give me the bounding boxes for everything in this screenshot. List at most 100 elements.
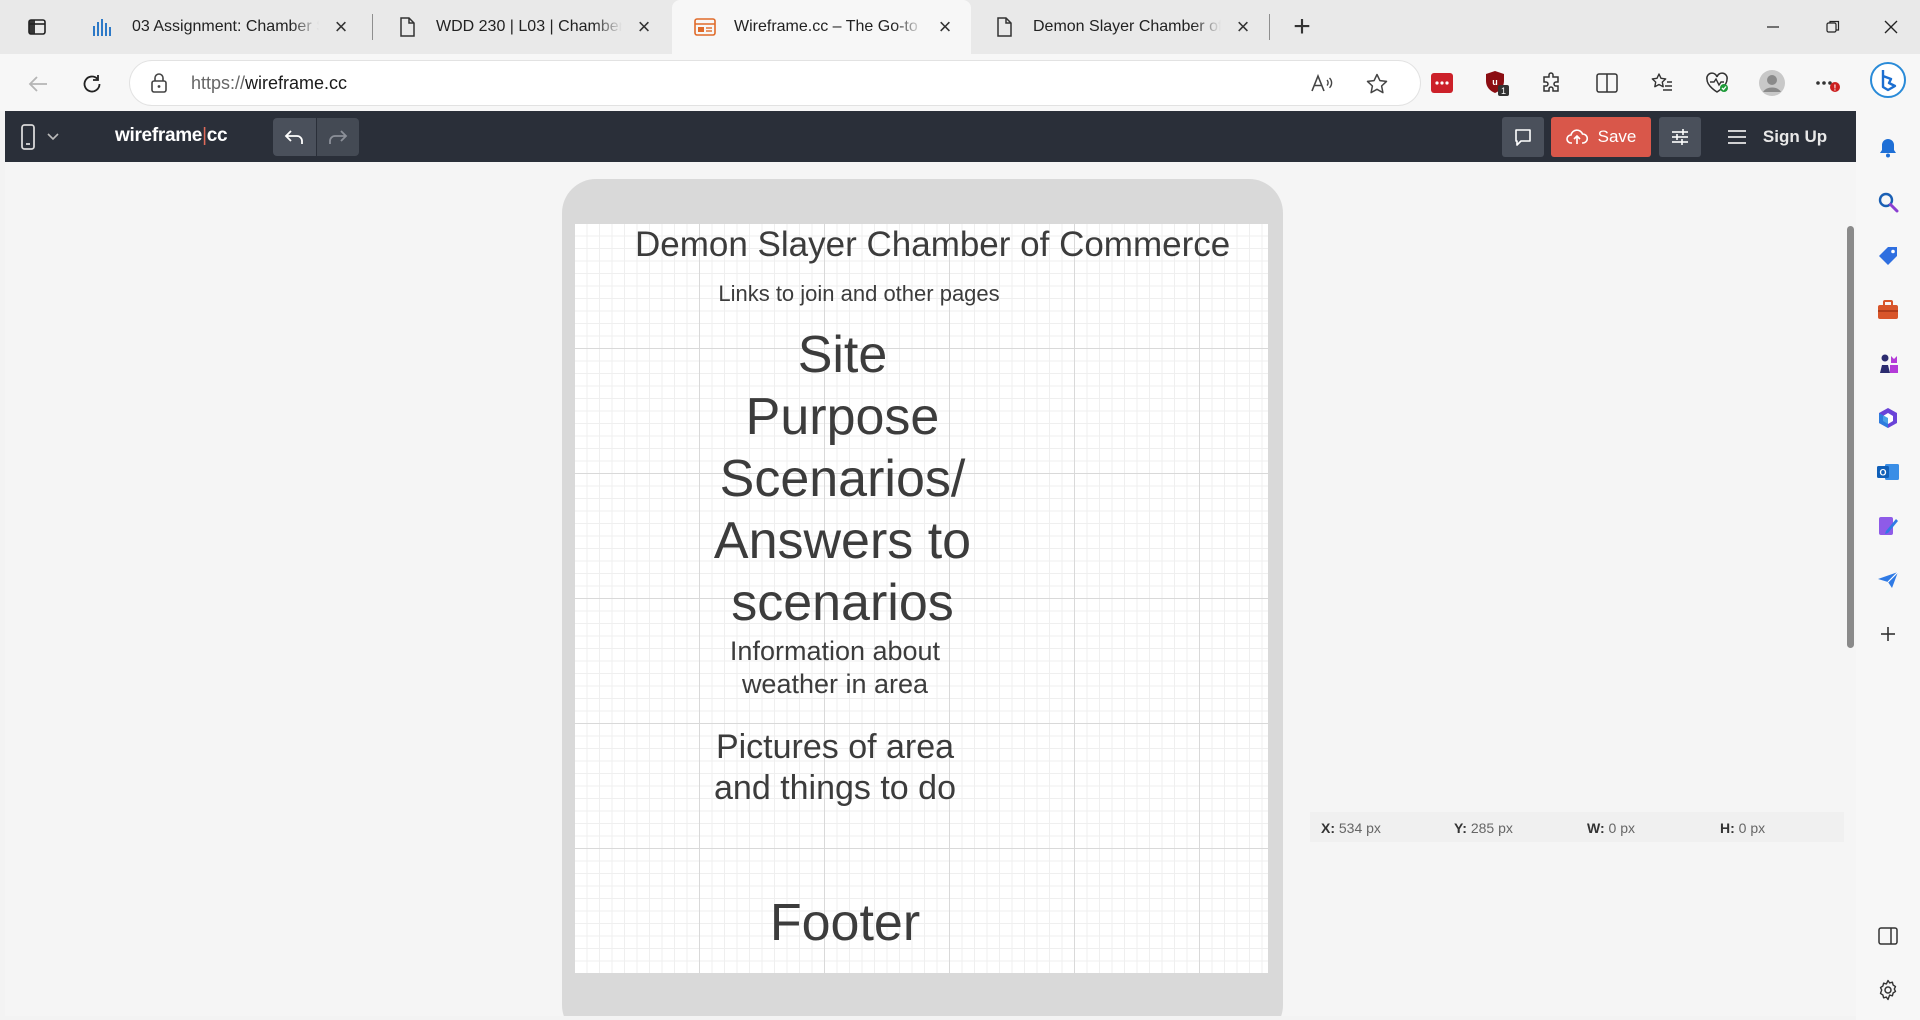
microsoft-365-icon[interactable] bbox=[1872, 402, 1904, 434]
mobile-device-icon bbox=[21, 124, 35, 150]
tab-wireframe[interactable]: Wireframe.cc – The Go-to Free Wireframe … bbox=[672, 0, 971, 54]
url-host: wireframe.cc bbox=[245, 73, 348, 93]
designer-icon[interactable] bbox=[1872, 510, 1904, 542]
comment-button[interactable] bbox=[1502, 117, 1544, 157]
close-window-icon[interactable] bbox=[1868, 8, 1914, 46]
wf-title-text[interactable]: Demon Slayer Chamber of Commerce bbox=[635, 224, 1230, 266]
settings-button[interactable] bbox=[1659, 117, 1701, 157]
wf-site-purpose-text[interactable]: Site Purpose Scenarios/ Answers to scena… bbox=[695, 324, 990, 634]
edge-sidebar: O bbox=[1856, 54, 1920, 1020]
tab-wdd230[interactable]: WDD 230 | L03 | Chamber Site Plan × bbox=[374, 0, 670, 54]
close-icon[interactable]: × bbox=[1231, 14, 1255, 39]
chart-bars-icon bbox=[92, 16, 114, 38]
page-icon bbox=[396, 16, 418, 38]
favorites-list-icon[interactable] bbox=[1644, 65, 1680, 101]
refresh-icon[interactable] bbox=[72, 64, 112, 104]
split-screen-icon[interactable] bbox=[1589, 65, 1625, 101]
menu-sign-up-button[interactable]: Sign Up bbox=[1718, 117, 1836, 157]
wf-footer-text[interactable]: Footer bbox=[695, 892, 995, 954]
sliders-icon bbox=[1672, 129, 1688, 145]
app-toolbar: wireframe|cc Save Sign Up bbox=[5, 111, 1856, 162]
chevron-down-icon bbox=[47, 133, 59, 141]
send-paper-plane-icon[interactable] bbox=[1872, 564, 1904, 596]
back-arrow-icon[interactable] bbox=[18, 64, 58, 104]
extensions-puzzle-icon[interactable] bbox=[1534, 65, 1570, 101]
address-bar[interactable]: https://wireframe.cc bbox=[130, 61, 1420, 105]
close-icon[interactable]: × bbox=[329, 14, 353, 39]
add-icon[interactable] bbox=[1872, 618, 1904, 650]
y-label: Y: bbox=[1454, 820, 1467, 836]
undo-redo-group bbox=[273, 118, 359, 156]
scrollbar-thumb[interactable] bbox=[1847, 226, 1854, 648]
close-icon[interactable]: × bbox=[933, 14, 957, 39]
y-value: 285 px bbox=[1470, 820, 1513, 836]
shopping-tag-icon[interactable] bbox=[1872, 240, 1904, 272]
tab-demon-slayer[interactable]: Demon Slayer Chamber of Commerce × bbox=[971, 0, 1269, 54]
device-selector[interactable] bbox=[21, 121, 81, 153]
undo-button[interactable] bbox=[273, 118, 316, 156]
wireframe-canvas[interactable]: Demon Slayer Chamber of Commerce Links t… bbox=[5, 162, 1845, 1016]
x-value: 534 px bbox=[1338, 820, 1381, 836]
bing-copilot-icon[interactable] bbox=[1868, 60, 1908, 100]
wf-weather-text[interactable]: Information about weather in area bbox=[715, 635, 955, 701]
lock-icon[interactable] bbox=[150, 72, 168, 99]
vertical-scrollbar[interactable] bbox=[1844, 162, 1856, 1016]
tab-title: WDD 230 | L03 | Chamber Site Plan bbox=[436, 18, 622, 35]
wireframe-screen[interactable]: Demon Slayer Chamber of Commerce Links t… bbox=[575, 224, 1268, 974]
lastpass-icon[interactable] bbox=[1424, 65, 1460, 101]
h-value: 0 px bbox=[1738, 820, 1766, 836]
hide-sidebar-icon[interactable] bbox=[1872, 920, 1904, 952]
wireframe-app: wireframe|cc Save Sign Up Demon Slayer C bbox=[5, 111, 1856, 1016]
x-label: X: bbox=[1321, 820, 1335, 836]
w-label: W: bbox=[1587, 820, 1605, 836]
settings-gear-icon[interactable] bbox=[1872, 974, 1904, 1006]
wireframe-logo[interactable]: wireframe|cc bbox=[115, 125, 228, 147]
sign-up-label: Sign Up bbox=[1762, 127, 1828, 146]
tab-actions-icon[interactable] bbox=[20, 12, 54, 42]
ext-badge: 1 bbox=[1501, 86, 1506, 96]
save-button[interactable]: Save bbox=[1551, 117, 1651, 157]
svg-text:O: O bbox=[1879, 468, 1886, 478]
x-coordinate: X: 534 px bbox=[1321, 820, 1381, 836]
svg-text:!: ! bbox=[1834, 84, 1837, 93]
cloud-upload-icon bbox=[1565, 129, 1588, 144]
redo-icon bbox=[328, 130, 348, 144]
logo-text: wireframe bbox=[115, 125, 203, 146]
notification-bell-icon[interactable] bbox=[1872, 132, 1904, 164]
ublock-shield-icon[interactable]: u1 bbox=[1479, 65, 1515, 101]
tab-strip: 03 Assignment: Chamber Site Plan × WDD 2… bbox=[0, 0, 1920, 54]
favorite-star-icon[interactable] bbox=[1362, 69, 1392, 99]
outlook-icon[interactable]: O bbox=[1872, 456, 1904, 488]
close-icon[interactable]: × bbox=[632, 14, 656, 39]
logo-text-suffix: cc bbox=[206, 125, 228, 146]
wf-pictures-text[interactable]: Pictures of area and things to do bbox=[690, 727, 980, 809]
width-readout: W: 0 px bbox=[1587, 820, 1635, 836]
wf-links-text[interactable]: Links to join and other pages bbox=[635, 281, 1083, 307]
undo-icon bbox=[284, 130, 304, 144]
w-value: 0 px bbox=[1608, 820, 1635, 836]
tab-title: Wireframe.cc – The Go-to Free Wireframe … bbox=[734, 18, 923, 35]
redo-button[interactable] bbox=[315, 118, 359, 156]
tab-divider bbox=[1269, 14, 1270, 40]
games-chess-icon[interactable] bbox=[1872, 348, 1904, 380]
height-readout: H: 0 px bbox=[1720, 820, 1765, 836]
read-aloud-icon[interactable] bbox=[1307, 69, 1337, 99]
y-coordinate: Y: 285 px bbox=[1454, 820, 1513, 836]
comment-icon bbox=[1515, 129, 1531, 146]
restore-icon[interactable] bbox=[1810, 8, 1856, 46]
svg-text:u: u bbox=[1492, 77, 1498, 87]
save-label: Save bbox=[1597, 127, 1637, 146]
tab-title: 03 Assignment: Chamber Site Plan bbox=[132, 18, 319, 35]
tab-title: Demon Slayer Chamber of Commerce bbox=[1033, 18, 1221, 35]
wireframe-favicon-icon bbox=[694, 16, 716, 38]
minimize-icon[interactable] bbox=[1750, 8, 1796, 46]
page-icon bbox=[993, 16, 1015, 38]
browser-essentials-icon[interactable] bbox=[1699, 65, 1735, 101]
profile-avatar[interactable] bbox=[1754, 65, 1790, 101]
tools-briefcase-icon[interactable] bbox=[1872, 294, 1904, 326]
new-tab-button[interactable]: + bbox=[1284, 10, 1320, 44]
search-icon[interactable] bbox=[1872, 186, 1904, 218]
more-options-icon[interactable]: ! bbox=[1809, 65, 1845, 101]
tab-assignment[interactable]: 03 Assignment: Chamber Site Plan × bbox=[70, 0, 367, 54]
navigation-bar: https://wireframe.cc u1 ! bbox=[0, 54, 1920, 111]
